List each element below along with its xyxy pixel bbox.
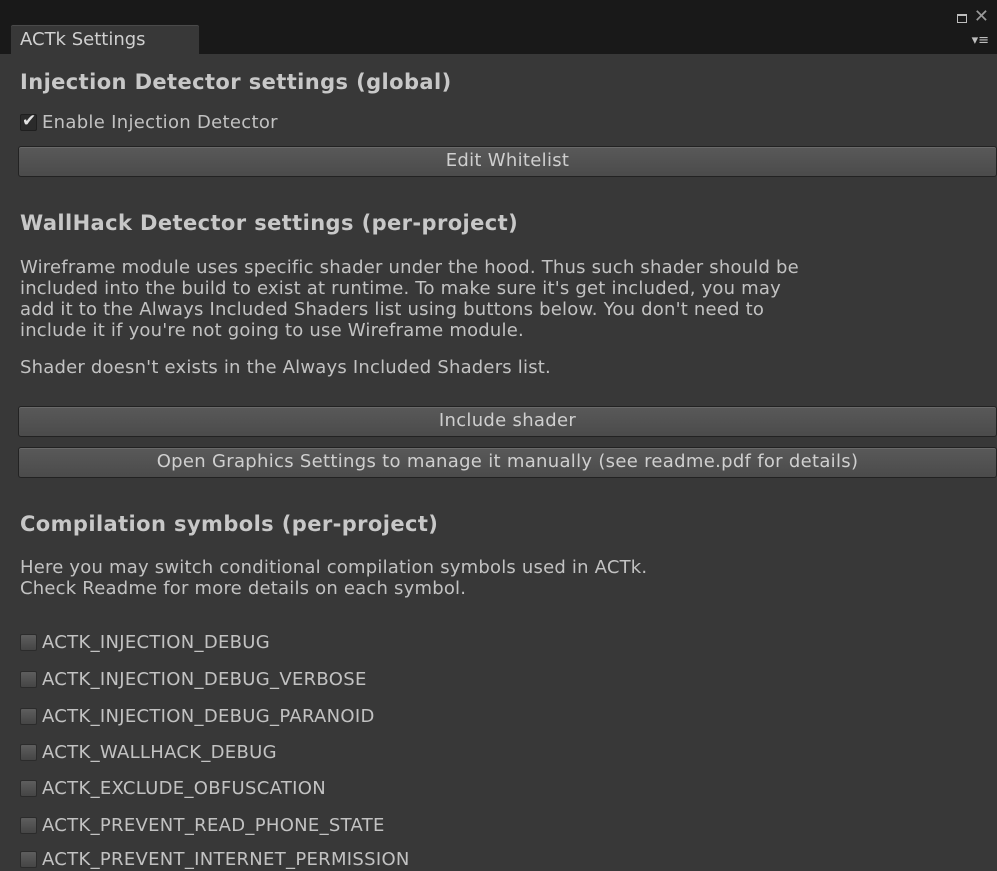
injection-section-heading: Injection Detector settings (global) [20,70,452,94]
enable-injection-checkbox[interactable] [20,111,37,131]
context-menu-icon[interactable]: ▾≡ [972,34,989,48]
symbol-label: ACTK_INJECTION_DEBUG_PARANOID [42,705,375,727]
symbol-checkbox[interactable] [20,850,37,868]
compilation-description-line-1: Here you may switch conditional compilat… [20,557,648,578]
symbol-checkbox[interactable] [20,707,37,725]
compilation-section-heading: Compilation symbols (per-project) [20,512,439,536]
symbol-toggle-injection-debug-verbose[interactable]: ACTK_INJECTION_DEBUG_VERBOSE [20,667,367,691]
open-graphics-settings-button[interactable]: Open Graphics Settings to manage it manu… [18,447,997,478]
actk-settings-window: ACTk Settings ✕ ▾≡ Injection Detector se… [0,0,997,871]
wallhack-section-heading: WallHack Detector settings (per-project) [20,211,519,235]
wallhack-description-line-2: included into the build to exist at runt… [20,278,781,299]
wallhack-description-line-4: include it if you're not going to use Wi… [20,320,524,341]
symbol-toggle-injection-debug[interactable]: ACTK_INJECTION_DEBUG [20,630,270,654]
symbol-toggle-prevent-read-phone-state[interactable]: ACTK_PREVENT_READ_PHONE_STATE [20,813,385,837]
symbol-toggle-exclude-obfuscation[interactable]: ACTK_EXCLUDE_OBFUSCATION [20,776,326,800]
symbol-label: ACTK_INJECTION_DEBUG [42,631,271,653]
window-tab-bar: ACTk Settings ✕ ▾≡ [0,0,997,54]
compilation-description-line-2: Check Readme for more details on each sy… [20,578,467,599]
shader-status-text: Shader doesn't exists in the Always Incl… [20,357,551,378]
symbol-label: ACTK_PREVENT_INTERNET_PERMISSION [42,848,410,870]
symbol-checkbox[interactable] [20,743,37,761]
wallhack-description-line-1: Wireframe module uses specific shader un… [20,257,799,278]
symbol-toggle-wallhack-debug[interactable]: ACTK_WALLHACK_DEBUG [20,740,277,764]
close-icon[interactable]: ✕ [974,8,989,26]
enable-injection-label: Enable Injection Detector [42,111,278,133]
include-shader-button[interactable]: Include shader [18,406,997,437]
maximize-icon[interactable] [957,14,967,23]
symbol-checkbox[interactable] [20,670,37,688]
symbol-label: ACTK_PREVENT_READ_PHONE_STATE [42,814,385,836]
wallhack-description-line-3: add it to the Always Included Shaders li… [20,299,765,320]
edit-whitelist-button[interactable]: Edit Whitelist [18,146,997,177]
symbol-label: ACTK_INJECTION_DEBUG_VERBOSE [42,668,367,690]
symbol-label: ACTK_WALLHACK_DEBUG [42,741,277,763]
symbol-checkbox[interactable] [20,816,37,834]
symbol-checkbox[interactable] [20,779,37,797]
symbol-toggle-injection-debug-paranoid[interactable]: ACTK_INJECTION_DEBUG_PARANOID [20,704,375,728]
tab-actk-settings[interactable]: ACTk Settings [10,24,200,54]
symbol-checkbox[interactable] [20,633,37,651]
enable-injection-detector-toggle[interactable]: Enable Injection Detector [20,110,278,134]
window-controls: ✕ ▾≡ [951,6,991,50]
symbol-label: ACTK_EXCLUDE_OBFUSCATION [42,777,326,799]
symbol-toggle-prevent-internet-permission[interactable]: ACTK_PREVENT_INTERNET_PERMISSION [20,847,410,871]
